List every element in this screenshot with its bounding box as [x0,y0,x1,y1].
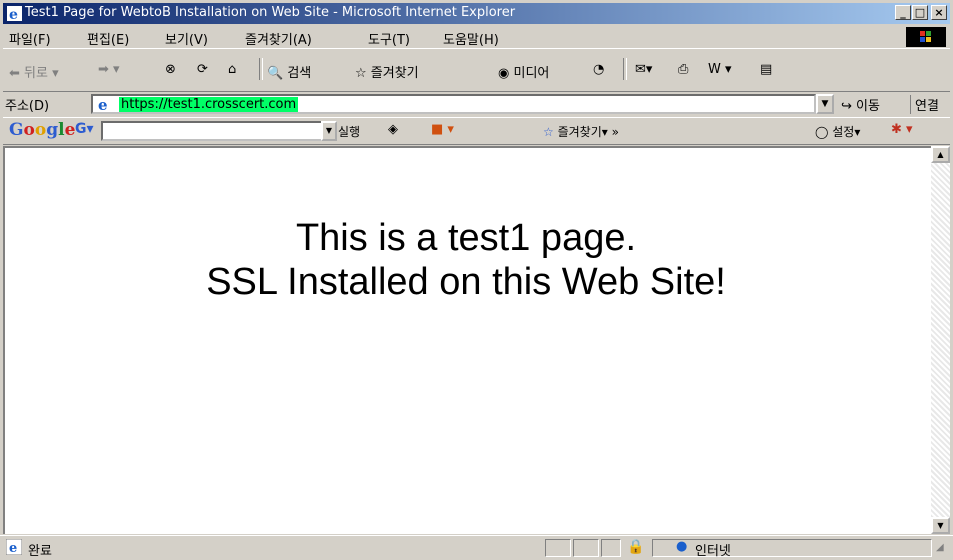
google-favorites-label: 즐겨찾기 [557,125,602,139]
heading-line-1: This is a test1 page. [295,217,637,259]
minimize-button[interactable]: _ [895,5,911,20]
page-heading: This is a test1 page. SSL Installed on t… [5,216,927,304]
edit-icon[interactable]: W ▾ [708,62,732,77]
address-url: https://test1.crosscert.com [119,97,299,112]
back-arrow-icon: ⬅ [9,66,20,81]
maximize-button[interactable]: □ [912,5,928,20]
google-settings-label: 설정 [832,125,855,139]
scroll-down-button[interactable]: ▼ [931,517,950,534]
google-logo-letter: g [46,120,59,140]
vertical-scrollbar[interactable]: ▲ ▼ [931,146,950,534]
go-button[interactable]: ↪ 이동 [841,95,880,114]
popup-blocker-icon[interactable]: ■ ▾ [431,122,454,137]
favorites-icon: ☆ [355,66,367,81]
svg-text:e: e [9,541,17,555]
translate-icon[interactable]: ✱ ▾ [891,122,913,137]
svg-text:e: e [98,96,108,112]
forward-button[interactable]: ➡ ▾ [98,62,120,77]
status-bar: e 완료 🔒 ● 인터넷 ◢ [0,535,953,560]
media-button[interactable]: ◉ 미디어 [498,62,549,81]
ie-logo-icon: e [7,6,22,21]
google-logo-letter: o [34,120,47,140]
google-toolbar: Google G▾ ▼ 실행 ◈ ■ ▾ ☆ 즐겨찾기▾ » ◯ 설정▾ ✱ ▾ [3,118,950,145]
stop-icon[interactable]: ⊗ [165,62,176,77]
status-panel [545,539,571,557]
search-icon: 🔍 [267,66,284,81]
google-search-input[interactable] [101,121,323,141]
address-bar: 주소(D) e https://test1.crosscert.com ▼ ↪ … [3,91,950,118]
lock-icon[interactable]: 🔒 [627,539,644,555]
window-title: Test1 Page for WebtoB Installation on We… [25,5,516,20]
page-status-icon: e [6,539,22,555]
address-label: 주소(D) [5,99,50,114]
google-logo: Google [9,120,75,140]
home-icon[interactable]: ⌂ [228,62,236,77]
google-settings-button[interactable]: ◯ 설정▾ [815,123,860,140]
google-logo-letter: e [64,120,76,140]
resize-grip-icon[interactable]: ◢ [936,542,944,553]
menu-favorites[interactable]: 즐겨찾기(A) [245,29,312,48]
status-panel [601,539,621,557]
title-bar: e Test1 Page for WebtoB Installation on … [3,3,950,24]
search-button[interactable]: 🔍 검색 [267,62,311,81]
go-label: 이동 [856,99,880,114]
google-g-icon[interactable]: G▾ [75,121,94,137]
browser-window: e Test1 Page for WebtoB Installation on … [0,0,953,560]
heading-line-2: SSL Installed on this Web Site! [206,261,726,303]
favorites-label: 즐겨찾기 [370,66,419,81]
go-arrow-icon: ↪ [841,99,852,114]
refresh-icon[interactable]: ⟳ [197,62,208,77]
settings-circle-icon: ◯ [815,125,829,139]
svg-text:e: e [9,7,18,21]
address-dropdown-button[interactable]: ▼ [816,94,834,114]
status-panel [573,539,599,557]
back-label: 뒤로 [24,66,48,81]
zone-text: 인터넷 [695,544,731,559]
pagerank-icon[interactable]: ◈ [388,122,398,137]
favorites-button[interactable]: ☆ 즐겨찾기 [355,62,419,81]
windows-logo-icon [906,27,946,47]
menu-tools[interactable]: 도구(T) [368,29,410,48]
google-logo-letter: o [23,120,35,140]
globe-icon: ● [676,539,688,554]
mail-icon[interactable]: ✉▾ [635,62,652,77]
history-icon[interactable]: ◔ [593,62,604,77]
page-content: This is a test1 page. SSL Installed on t… [3,146,931,534]
google-favorites-button[interactable]: ☆ 즐겨찾기▾ » [543,123,619,140]
search-label: 검색 [287,66,312,81]
menu-edit[interactable]: 편집(E) [87,29,129,48]
google-search-dropdown[interactable]: ▼ [321,121,337,141]
status-text: 완료 [28,544,52,559]
discuss-icon[interactable]: ▤ [760,62,772,77]
media-label: 미디어 [513,66,550,81]
address-input[interactable]: e https://test1.crosscert.com [91,94,816,114]
toolbar-separator [623,58,627,80]
page-icon: e [98,96,108,112]
close-button[interactable]: × [931,5,947,20]
print-icon[interactable]: ⎙ [678,62,688,77]
toolbar-separator [259,58,263,80]
menu-bar: 파일(F) 편집(E) 보기(V) 즐겨찾기(A) 도구(T) 도움말(H) [3,26,950,49]
google-run-button[interactable]: 실행 [338,123,360,140]
forward-arrow-icon: ➡ [98,62,109,77]
media-icon: ◉ [498,66,510,81]
back-button[interactable]: ⬅ 뒤로 ▾ [9,62,59,81]
menu-file[interactable]: 파일(F) [9,29,51,48]
standard-toolbar: ⬅ 뒤로 ▾ ➡ ▾ ⊗ ⟳ ⌂ 🔍 검색 ☆ 즐겨찾기 ◉ 미디어 ◔ ✉▾ … [3,50,950,90]
star-icon: ☆ [543,125,554,139]
menu-view[interactable]: 보기(V) [165,29,208,48]
scroll-up-button[interactable]: ▲ [931,146,950,163]
menu-help[interactable]: 도움말(H) [443,29,499,48]
zone-panel [652,539,932,557]
google-logo-letter: G [9,120,24,140]
links-button[interactable]: 연결 [910,95,939,114]
